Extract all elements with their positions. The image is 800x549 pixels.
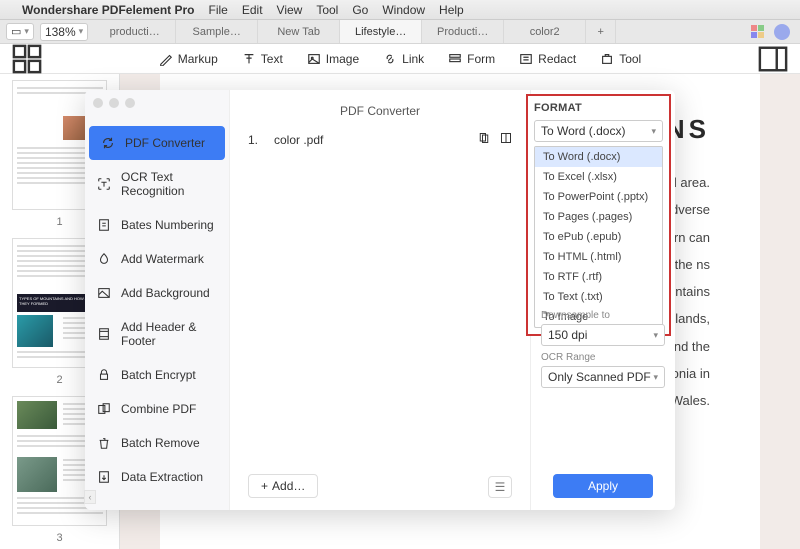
side-panel-toggle-icon[interactable] bbox=[758, 44, 788, 74]
downsample-label: Downsample to bbox=[541, 310, 665, 321]
zoom-selector[interactable]: 138%▾ bbox=[40, 23, 88, 41]
document-tab-bar: ▭▾ 138%▾ producti… Sample… New Tab Lifes… bbox=[0, 20, 800, 44]
menu-tool[interactable]: Tool bbox=[316, 3, 338, 17]
menu-window[interactable]: Window bbox=[382, 3, 425, 17]
menu-help[interactable]: Help bbox=[439, 3, 464, 17]
converter-sidebar: PDF Converter OCR Text Recognition Bates… bbox=[85, 90, 230, 510]
file-name: color .pdf bbox=[274, 133, 478, 147]
sidebar-item-combine[interactable]: Combine PDF bbox=[85, 392, 229, 426]
list-options-button[interactable]: ☰ bbox=[488, 476, 512, 498]
tab-sample[interactable]: Sample… bbox=[176, 20, 258, 43]
sidebar-item-encrypt[interactable]: Batch Encrypt bbox=[85, 358, 229, 392]
file-number: 1. bbox=[248, 133, 274, 147]
format-option-epub[interactable]: To ePub (.epub) bbox=[535, 227, 662, 247]
converter-file-list: PDF Converter 1. color .pdf +Add… ☰ bbox=[230, 90, 530, 510]
tool-image[interactable]: Image bbox=[307, 52, 359, 66]
thumbnail-number-3: 3 bbox=[0, 532, 119, 544]
format-option-rtf[interactable]: To RTF (.rtf) bbox=[535, 267, 662, 287]
apply-button[interactable]: Apply bbox=[553, 474, 653, 498]
macos-menu-bar: Wondershare PDFelement Pro File Edit Vie… bbox=[0, 0, 800, 20]
format-dropdown-list: To Word (.docx) To Excel (.xlsx) To Powe… bbox=[534, 146, 663, 328]
sidebar-item-pdf-converter[interactable]: PDF Converter bbox=[89, 126, 225, 160]
ocr-range-select[interactable]: Only Scanned PDF▾ bbox=[541, 366, 665, 388]
format-option-powerpoint[interactable]: To PowerPoint (.pptx) bbox=[535, 187, 662, 207]
main-toolbar: Markup Text Image Link Form Redact Tool bbox=[0, 44, 800, 74]
format-option-pages[interactable]: To Pages (.pages) bbox=[535, 207, 662, 227]
format-select[interactable]: To Word (.docx)▾ bbox=[534, 120, 663, 142]
file-row[interactable]: 1. color .pdf bbox=[230, 124, 530, 155]
tool-redact[interactable]: Redact bbox=[519, 52, 576, 66]
file-pages-icon[interactable] bbox=[478, 132, 490, 147]
format-option-excel[interactable]: To Excel (.xlsx) bbox=[535, 167, 662, 187]
tab-new[interactable]: New Tab bbox=[258, 20, 340, 43]
format-option-html[interactable]: To HTML (.html) bbox=[535, 247, 662, 267]
tool-markup[interactable]: Markup bbox=[159, 52, 218, 66]
sidebar-item-watermark[interactable]: Add Watermark bbox=[85, 242, 229, 276]
thumbnail-view-selector[interactable]: ▭▾ bbox=[6, 23, 34, 40]
sidebar-collapse-handle[interactable]: ‹ bbox=[84, 490, 96, 504]
menu-go[interactable]: Go bbox=[352, 3, 368, 17]
file-settings-icon[interactable] bbox=[500, 132, 512, 147]
menu-edit[interactable]: Edit bbox=[242, 3, 263, 17]
window-traffic-lights[interactable] bbox=[93, 98, 135, 108]
tool-link[interactable]: Link bbox=[383, 52, 424, 66]
menu-view[interactable]: View bbox=[277, 3, 303, 17]
sidebar-item-ocr[interactable]: OCR Text Recognition bbox=[85, 160, 229, 208]
app-name[interactable]: Wondershare PDFelement Pro bbox=[22, 3, 195, 17]
user-avatar[interactable] bbox=[774, 24, 790, 40]
downsample-select[interactable]: 150 dpi▾ bbox=[541, 324, 665, 346]
layout-icon[interactable] bbox=[12, 44, 42, 74]
tool-form[interactable]: Form bbox=[448, 52, 495, 66]
format-label: FORMAT bbox=[534, 102, 663, 114]
tab-productions[interactable]: producti… bbox=[94, 20, 176, 43]
app-grid-icon[interactable] bbox=[751, 25, 764, 38]
menu-file[interactable]: File bbox=[209, 3, 228, 17]
new-tab-button[interactable]: + bbox=[586, 20, 616, 43]
sidebar-item-extraction[interactable]: Data Extraction bbox=[85, 460, 229, 494]
sidebar-item-remove[interactable]: Batch Remove bbox=[85, 426, 229, 460]
tool-tool[interactable]: Tool bbox=[600, 52, 641, 66]
tab-color2[interactable]: color2 bbox=[504, 20, 586, 43]
sidebar-item-bates[interactable]: Bates Numbering bbox=[85, 208, 229, 242]
tool-text[interactable]: Text bbox=[242, 52, 283, 66]
format-highlight-box: FORMAT To Word (.docx)▾ To Word (.docx) … bbox=[526, 94, 671, 336]
pdf-converter-modal: PDF Converter OCR Text Recognition Bates… bbox=[85, 90, 675, 510]
tab-producti2[interactable]: Producti… bbox=[422, 20, 504, 43]
converter-options-panel: FORMAT To Word (.docx)▾ To Word (.docx) … bbox=[530, 90, 675, 510]
sidebar-item-header-footer[interactable]: Add Header & Footer bbox=[85, 310, 229, 358]
modal-title: PDF Converter bbox=[230, 98, 530, 124]
tab-lifestyle[interactable]: Lifestyle… bbox=[340, 20, 422, 43]
ocr-range-label: OCR Range bbox=[541, 352, 665, 363]
format-option-word[interactable]: To Word (.docx) bbox=[535, 147, 662, 167]
sidebar-item-background[interactable]: Add Background bbox=[85, 276, 229, 310]
add-file-button[interactable]: +Add… bbox=[248, 474, 318, 498]
